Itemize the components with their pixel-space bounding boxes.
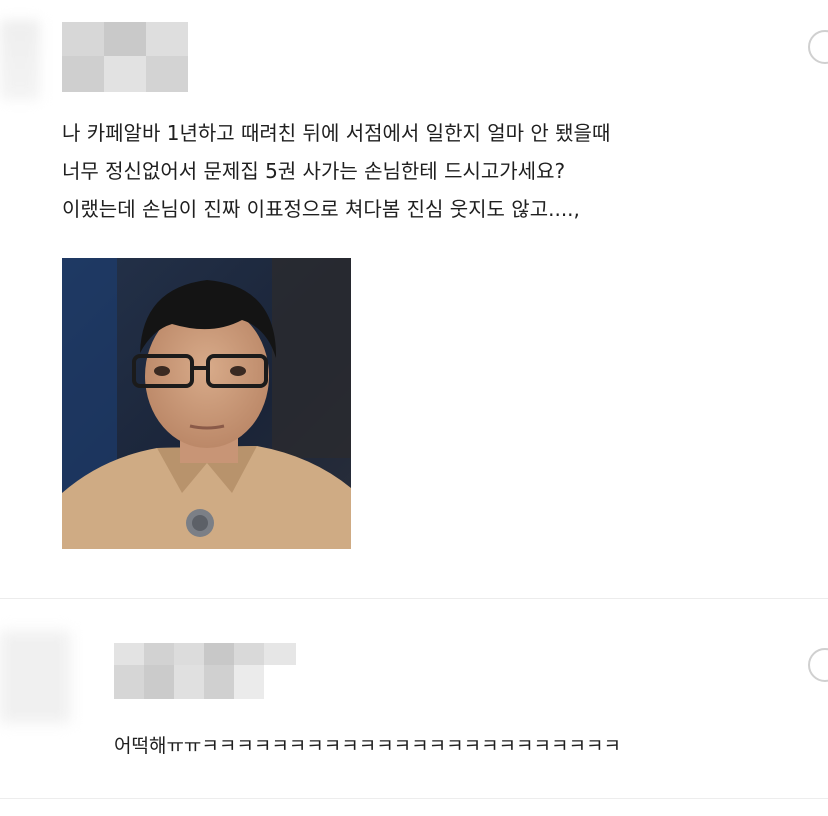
person-photo-icon xyxy=(62,258,351,549)
post-line: 나 카페알바 1년하고 때려친 뒤에 서점에서 일한지 얼마 안 됐을때 xyxy=(62,121,611,145)
comment: 어떡해ㅠㅠㅋㅋㅋㅋㅋㅋㅋㅋㅋㅋㅋㅋㅋㅋㅋㅋㅋㅋㅋㅋㅋㅋㅋㅋ xyxy=(0,599,828,799)
comment-body: 어떡해ㅠㅠㅋㅋㅋㅋㅋㅋㅋㅋㅋㅋㅋㅋㅋㅋㅋㅋㅋㅋㅋㅋㅋㅋㅋㅋ xyxy=(114,735,621,757)
post-body: 나 카페알바 1년하고 때려친 뒤에 서점에서 일한지 얼마 안 됐을때 너무 … xyxy=(62,114,802,228)
post: 나 카페알바 1년하고 때려친 뒤에 서점에서 일한지 얼마 안 됐을때 너무 … xyxy=(0,0,828,598)
post-line: 이랬는데 손님이 진짜 이표정으로 쳐다봄 진심 웃지도 않고...., xyxy=(62,197,580,221)
comment-author-name-blurred[interactable] xyxy=(114,643,296,699)
circle-icon[interactable] xyxy=(808,30,828,64)
divider xyxy=(0,798,828,799)
post-photo[interactable] xyxy=(62,258,351,549)
post-author-avatar[interactable] xyxy=(0,20,40,100)
post-line: 너무 정신없어서 문제집 5권 사가는 손님한테 드시고가세요? xyxy=(62,159,566,183)
comment-author-avatar[interactable] xyxy=(0,631,70,723)
post-author-name-blurred[interactable] xyxy=(62,22,188,92)
